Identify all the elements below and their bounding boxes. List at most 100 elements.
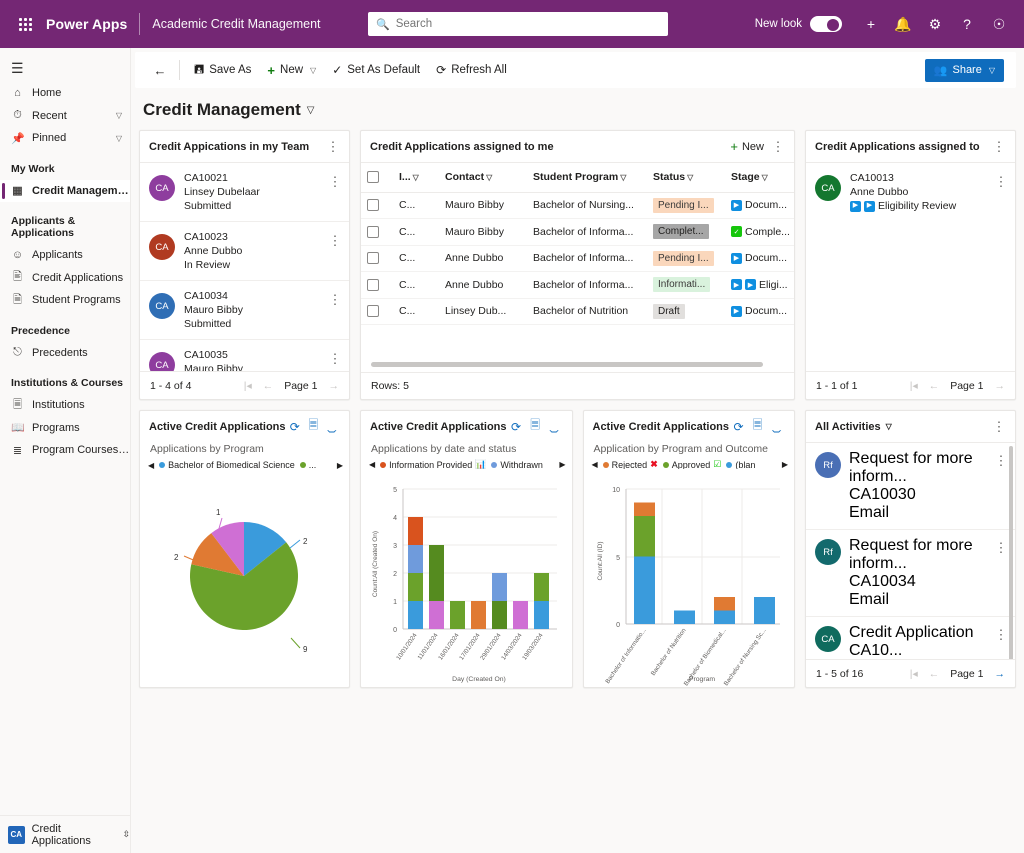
chevron-down-icon[interactable]: ▽ <box>687 173 693 182</box>
view-records-icon[interactable]: 🗏 <box>304 416 323 438</box>
brand-label[interactable]: Power Apps <box>46 16 127 32</box>
column-header-student-program[interactable]: Student Program ▽ <box>527 163 647 193</box>
table-row[interactable]: C... Anne Dubbo Bachelor of Informa... I… <box>361 271 794 299</box>
chevron-down-icon[interactable]: ▽ <box>989 66 995 75</box>
select-all-header[interactable] <box>361 163 393 193</box>
row-select-cell[interactable] <box>361 298 393 325</box>
previous-page-button[interactable]: ← <box>929 380 940 392</box>
chevron-down-icon[interactable]: ▽ <box>116 134 122 143</box>
chevron-down-icon[interactable]: ▽ <box>413 173 419 182</box>
sidebar-collapse-icon[interactable]: ☰ <box>0 54 130 82</box>
column-header-stage[interactable]: Stage ▽ <box>725 163 794 193</box>
sidebar-item-credit-applications[interactable]: 🖹 Credit Applications <box>0 267 130 290</box>
chevron-down-icon[interactable]: ▽ <box>762 173 768 182</box>
table-row[interactable]: C... Anne Dubbo Bachelor of Informa... P… <box>361 245 794 272</box>
back-button[interactable]: ← <box>147 63 173 78</box>
chevron-down-icon[interactable]: ▽ <box>886 422 892 431</box>
refresh-icon[interactable]: ⟳ <box>286 416 305 438</box>
chevron-updown-icon[interactable]: ⇳ <box>122 829 130 840</box>
cell-id[interactable]: C... <box>393 192 439 219</box>
refresh-icon[interactable]: ⟳ <box>729 416 748 438</box>
chevron-down-icon[interactable]: ▽ <box>620 173 626 182</box>
cell-id[interactable]: C... <box>393 218 439 246</box>
sidebar-item-applicants[interactable]: ☺ Applicants <box>0 244 130 267</box>
save-as-button[interactable]: 🖪 Save As <box>186 56 259 84</box>
new-look-toggle[interactable] <box>810 16 842 32</box>
horizontal-scrollbar[interactable] <box>371 362 764 367</box>
plus-icon[interactable]: + <box>856 8 886 40</box>
legend-prev-icon[interactable]: ◀ <box>592 460 598 469</box>
legend-next-icon[interactable]: ▶ <box>559 460 565 469</box>
next-page-button[interactable]: → <box>329 380 340 392</box>
next-page-button[interactable]: → <box>995 380 1006 392</box>
row-checkbox[interactable] <box>367 305 379 318</box>
previous-page-button[interactable]: ← <box>263 380 274 392</box>
cell-id[interactable]: C... <box>393 271 439 299</box>
list-item[interactable]: CA CA10035 Mauro Bibby Draft ⋮ <box>140 340 349 371</box>
table-row[interactable]: C... Linsey Dub... Bachelor of Nutrition… <box>361 298 794 325</box>
list-item[interactable]: CA Credit Application CA10... CA10025 Em… <box>806 617 1015 659</box>
row-checkbox[interactable] <box>367 278 379 291</box>
bar-chart-date-status[interactable]: 5 4 3 2 1 0 10/01/2024 11/01/2024 16/01/… <box>361 469 572 687</box>
table-row[interactable]: C... Mauro Bibby Bachelor of Nursing... … <box>361 192 794 219</box>
more-options-icon[interactable]: ⋮ <box>327 289 343 311</box>
legend-next-icon[interactable]: ▶ <box>782 460 788 469</box>
list-item[interactable]: Rf Request for more inform... CA10034 Em… <box>806 530 1015 617</box>
list-item[interactable]: Rf Request for more inform... CA10030 Em… <box>806 443 1015 530</box>
cell-id[interactable]: C... <box>393 245 439 272</box>
search-input[interactable] <box>395 18 660 30</box>
row-select-cell[interactable] <box>361 245 393 272</box>
share-button[interactable]: 👥 Share ▽ <box>924 58 1004 82</box>
more-options-icon[interactable]: ⋮ <box>993 624 1009 646</box>
more-options-icon[interactable]: ⋮ <box>991 136 1007 158</box>
legend-prev-icon[interactable]: ◀ <box>148 461 154 470</box>
sidebar-item-pinned[interactable]: 📌 Pinned ▽ <box>0 127 130 150</box>
list-item[interactable]: CA CA10021 Linsey Dubelaar Submitted ⋮ <box>140 163 349 222</box>
view-records-icon[interactable]: 🗏 <box>526 416 545 438</box>
table-row[interactable]: C... Mauro Bibby Bachelor of Informa... … <box>361 218 794 246</box>
row-select-cell[interactable] <box>361 192 393 219</box>
more-options-icon[interactable]: ⋮ <box>991 416 1007 438</box>
bell-icon[interactable]: 🔔 <box>888 8 918 40</box>
more-options-icon[interactable]: ⋮ <box>327 230 343 252</box>
list-item[interactable]: CA CA10034 Mauro Bibby Submitted ⋮ <box>140 281 349 340</box>
row-checkbox[interactable] <box>367 199 379 212</box>
more-options-icon[interactable]: ⋮ <box>327 348 343 370</box>
legend-prev-icon[interactable]: ◀ <box>369 460 375 469</box>
app-launcher-icon[interactable] <box>10 17 40 31</box>
feedback-icon[interactable]: ☉ <box>984 8 1014 40</box>
refresh-all-button[interactable]: ⟳ Refresh All <box>428 56 515 84</box>
expand-icon[interactable]: ⏡ <box>323 416 342 438</box>
view-records-icon[interactable]: 🗏 <box>748 416 767 438</box>
more-options-icon[interactable]: ⋮ <box>327 171 343 193</box>
sidebar-item-precedents[interactable]: ⎋ Precedents <box>0 342 130 365</box>
row-select-cell[interactable] <box>361 271 393 299</box>
more-options-icon[interactable]: ⋮ <box>770 136 786 158</box>
sidebar-footer-area-switcher[interactable]: CA Credit Applications ⇳ <box>0 815 130 853</box>
previous-page-button[interactable]: ← <box>929 668 940 680</box>
chevron-down-icon[interactable]: ▽ <box>310 66 316 75</box>
row-select-cell[interactable] <box>361 218 393 246</box>
set-as-default-button[interactable]: ✓ Set As Default <box>324 56 428 84</box>
list-item[interactable]: CA CA10013 Anne Dubbo ▶ ▶ Eligibility Re… <box>806 163 1015 221</box>
list-item[interactable]: CA CA10023 Anne Dubbo In Review ⋮ <box>140 222 349 281</box>
column-header-contact[interactable]: Contact ▽ <box>439 163 527 193</box>
sidebar-item-student-programs[interactable]: 🗎 Student Programs <box>0 289 130 312</box>
sidebar-item-home[interactable]: ⌂ Home <box>0 82 130 105</box>
expand-icon[interactable]: ⏡ <box>767 416 786 438</box>
sidebar-item-recent[interactable]: ⏱ Recent ▽ <box>0 105 130 128</box>
new-record-button[interactable]: + New <box>724 136 770 158</box>
row-checkbox[interactable] <box>367 252 379 265</box>
cell-id[interactable]: C... <box>393 298 439 325</box>
chevron-down-icon[interactable]: ▽ <box>116 111 122 120</box>
more-options-icon[interactable]: ⋮ <box>325 136 341 158</box>
page-title[interactable]: Credit Management ▽ <box>131 88 1024 130</box>
column-header-status[interactable]: Status ▽ <box>647 163 725 193</box>
column-header-id[interactable]: I... ▽ <box>393 163 439 193</box>
first-page-button[interactable]: |◂ <box>910 668 918 680</box>
sidebar-item-programs[interactable]: 📖 Programs <box>0 417 130 440</box>
more-options-icon[interactable]: ⋮ <box>993 450 1009 472</box>
legend-next-icon[interactable]: ▶ <box>337 461 343 470</box>
new-button[interactable]: + New ▽ <box>259 56 324 84</box>
gear-icon[interactable]: ⚙ <box>920 8 950 40</box>
